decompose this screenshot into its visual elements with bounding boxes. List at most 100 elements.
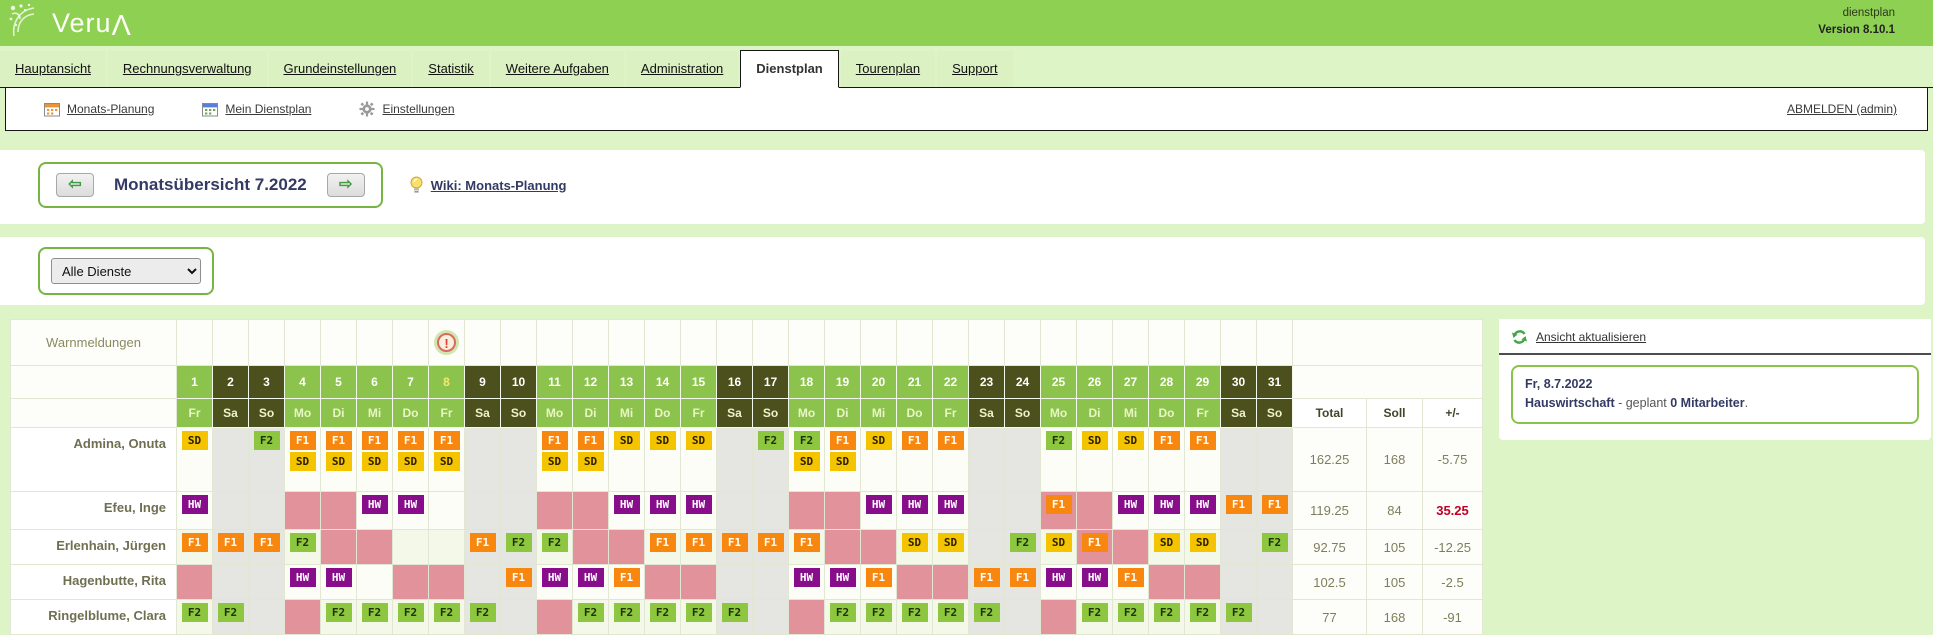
roster-cell[interactable]: HW [285, 565, 321, 600]
warning-icon[interactable]: ! [437, 333, 456, 352]
tab-weitere aufgaben[interactable]: Weitere Aufgaben [491, 51, 624, 87]
roster-cell[interactable]: F2 [249, 428, 285, 492]
shift-badge-SD[interactable]: SD [182, 431, 208, 450]
roster-cell[interactable] [573, 530, 609, 565]
roster-cell[interactable]: HW [861, 492, 897, 530]
shift-badge-SD[interactable]: SD [542, 452, 568, 471]
shift-badge-F2[interactable]: F2 [1262, 533, 1288, 552]
roster-cell[interactable] [393, 565, 429, 600]
shift-badge-F1[interactable]: F1 [1118, 568, 1144, 587]
roster-cell[interactable]: HW [1041, 565, 1077, 600]
shift-badge-SD[interactable]: SD [830, 452, 856, 471]
roster-cell[interactable]: HW [609, 492, 645, 530]
roster-cell[interactable]: F2 [537, 530, 573, 565]
shift-badge-HW[interactable]: HW [686, 495, 712, 514]
shift-badge-SD[interactable]: SD [1046, 533, 1072, 552]
tab-administration[interactable]: Administration [626, 51, 738, 87]
roster-cell[interactable]: F1SD [321, 428, 357, 492]
shift-badge-SD[interactable]: SD [902, 533, 928, 552]
roster-cell[interactable]: F2 [609, 600, 645, 635]
shift-badge-HW[interactable]: HW [1046, 568, 1072, 587]
roster-cell[interactable] [1113, 530, 1149, 565]
roster-cell[interactable]: F1 [1221, 492, 1257, 530]
roster-cell[interactable]: F1 [249, 530, 285, 565]
roster-cell[interactable] [357, 530, 393, 565]
roster-cell[interactable] [249, 600, 285, 635]
roster-cell[interactable] [177, 565, 213, 600]
shift-badge-F2[interactable]: F2 [722, 603, 748, 622]
toolbar-item-monats-planung[interactable]: Monats-Planung [44, 102, 154, 117]
roster-cell[interactable]: F2 [897, 600, 933, 635]
roster-cell[interactable]: F1 [1005, 565, 1041, 600]
roster-cell[interactable]: F1 [861, 565, 897, 600]
shift-badge-HW[interactable]: HW [542, 568, 568, 587]
shift-badge-HW[interactable]: HW [1154, 495, 1180, 514]
shift-badge-F1[interactable]: F1 [254, 533, 280, 552]
shift-badge-HW[interactable]: HW [326, 568, 352, 587]
roster-cell[interactable] [321, 492, 357, 530]
roster-cell[interactable] [1077, 492, 1113, 530]
shift-badge-HW[interactable]: HW [290, 568, 316, 587]
tab-rechnungsverwaltung[interactable]: Rechnungsverwaltung [108, 51, 267, 87]
roster-cell[interactable]: SD [861, 428, 897, 492]
roster-cell[interactable]: F1SD [573, 428, 609, 492]
shift-badge-F2[interactable]: F2 [290, 533, 316, 552]
shift-badge-F2[interactable]: F2 [470, 603, 496, 622]
roster-cell[interactable]: F2SD [789, 428, 825, 492]
tab-link[interactable]: Weitere Aufgaben [506, 61, 609, 76]
roster-cell[interactable] [1149, 565, 1185, 600]
roster-cell[interactable]: HW [537, 565, 573, 600]
roster-cell[interactable] [861, 530, 897, 565]
roster-cell[interactable] [501, 600, 537, 635]
shift-badge-F1[interactable]: F1 [938, 431, 964, 450]
roster-cell[interactable]: F2 [393, 600, 429, 635]
roster-cell[interactable]: F2 [321, 600, 357, 635]
roster-cell[interactable] [681, 565, 717, 600]
next-month-button[interactable]: ⇨ [327, 173, 365, 197]
roster-cell[interactable]: F1 [897, 428, 933, 492]
shift-badge-F1[interactable]: F1 [506, 568, 532, 587]
roster-cell[interactable]: F1 [609, 565, 645, 600]
shift-badge-F1[interactable]: F1 [650, 533, 676, 552]
shift-badge-SD[interactable]: SD [290, 452, 316, 471]
roster-cell[interactable]: F1 [1149, 428, 1185, 492]
roster-cell[interactable]: HW [393, 492, 429, 530]
shift-badge-F2[interactable]: F2 [974, 603, 1000, 622]
roster-cell[interactable]: F2 [1221, 600, 1257, 635]
tab-hauptansicht[interactable]: Hauptansicht [0, 51, 106, 87]
shift-badge-F1[interactable]: F1 [866, 568, 892, 587]
shift-badge-F1[interactable]: F1 [182, 533, 208, 552]
roster-cell[interactable]: F2 [285, 530, 321, 565]
shift-badge-F1[interactable]: F1 [290, 431, 316, 450]
roster-cell[interactable]: F2 [429, 600, 465, 635]
shift-badge-F2[interactable]: F2 [902, 603, 928, 622]
shift-badge-SD[interactable]: SD [686, 431, 712, 450]
shift-badge-HW[interactable]: HW [794, 568, 820, 587]
shift-badge-F2[interactable]: F2 [218, 603, 244, 622]
shift-badge-F2[interactable]: F2 [182, 603, 208, 622]
shift-badge-F2[interactable]: F2 [1046, 431, 1072, 450]
roster-cell[interactable] [465, 565, 501, 600]
shift-badge-SD[interactable]: SD [434, 452, 460, 471]
shift-badge-F1[interactable]: F1 [686, 533, 712, 552]
tab-support[interactable]: Support [937, 51, 1013, 87]
shift-badge-F1[interactable]: F1 [326, 431, 352, 450]
roster-cell[interactable] [213, 492, 249, 530]
roster-cell[interactable]: F1 [681, 530, 717, 565]
shift-badge-SD[interactable]: SD [1082, 431, 1108, 450]
roster-cell[interactable]: F1 [933, 428, 969, 492]
roster-cell[interactable]: F1 SD [285, 428, 321, 492]
roster-cell[interactable]: SD [1149, 530, 1185, 565]
roster-cell[interactable]: F1 [717, 530, 753, 565]
roster-cell[interactable]: F2 [645, 600, 681, 635]
roster-cell[interactable] [213, 428, 249, 492]
tab-link[interactable]: Rechnungsverwaltung [123, 61, 252, 76]
shift-badge-HW[interactable]: HW [578, 568, 604, 587]
shift-badge-F1[interactable]: F1 [218, 533, 244, 552]
shift-badge-SD[interactable]: SD [1190, 533, 1216, 552]
shift-badge-F2[interactable]: F2 [398, 603, 424, 622]
shift-badge-F2[interactable]: F2 [506, 533, 532, 552]
shift-badge-HW[interactable]: HW [182, 495, 208, 514]
shift-badge-F2[interactable]: F2 [1154, 603, 1180, 622]
roster-cell[interactable] [825, 530, 861, 565]
